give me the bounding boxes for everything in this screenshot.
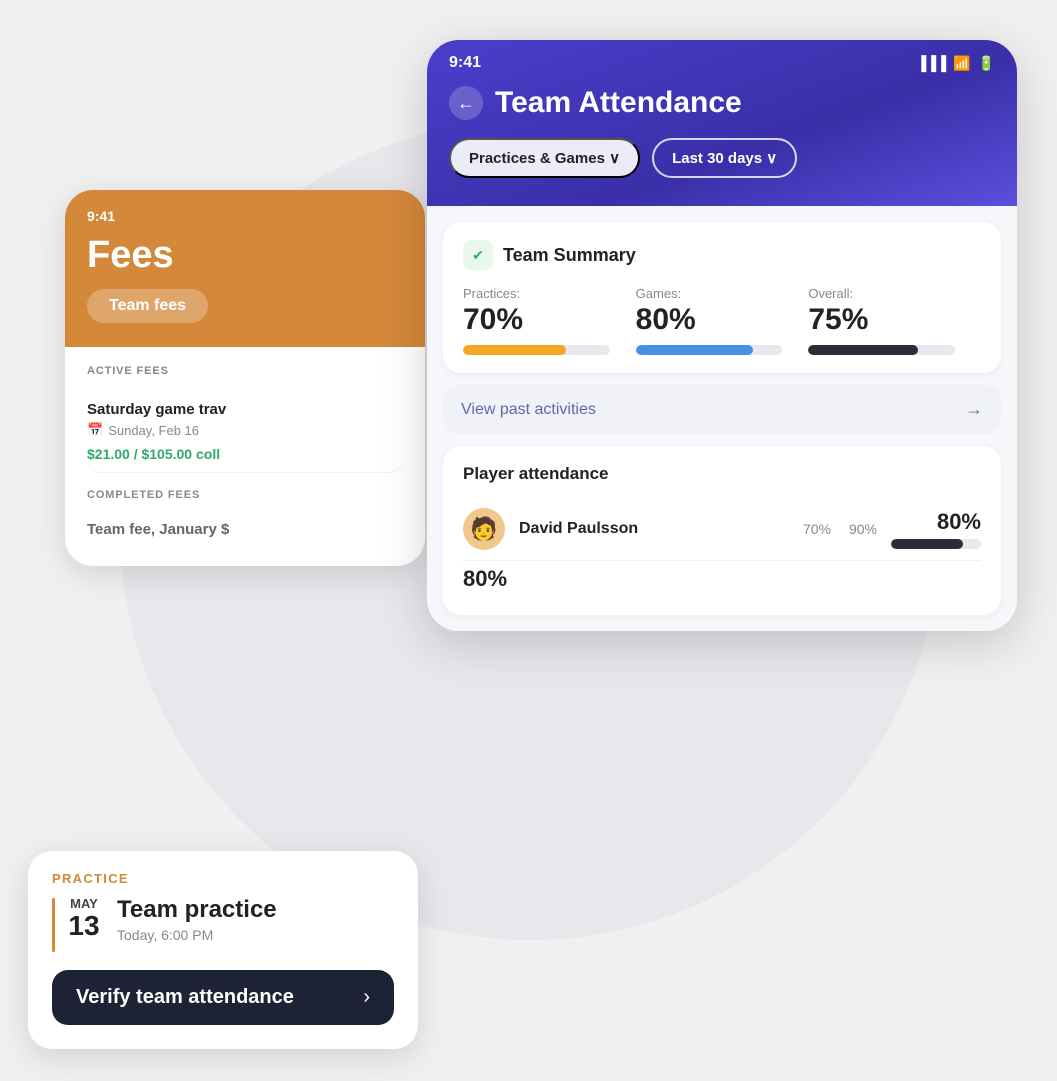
games-progress-bar: [636, 345, 783, 355]
player-overall-pct: 80%: [937, 509, 981, 535]
player-name: David Paulsson: [519, 520, 789, 538]
practice-event-title: Team practice: [117, 896, 277, 925]
fees-title: Fees: [87, 234, 403, 277]
overall-progress-fill: [808, 345, 918, 355]
practices-value: 70%: [463, 303, 636, 337]
fees-header: 9:41 Fees Team fees: [65, 190, 425, 347]
practices-label: Practices:: [463, 286, 636, 301]
att-filters: Practices & Games ∨ Last 30 days ∨: [427, 120, 1017, 182]
view-past-text: View past activities: [461, 401, 596, 419]
wifi-icon: 📶: [953, 55, 970, 72]
practice-day: 13: [68, 911, 99, 942]
games-label: Games:: [636, 286, 809, 301]
player-attendance-section: Player attendance 🧑 David Paulsson 70% 9…: [443, 446, 1001, 615]
summary-title: Team Summary: [503, 245, 636, 266]
fees-completed-title: Team fee, January $: [87, 521, 403, 538]
completed-fees-label: COMPLETED FEES: [87, 489, 403, 501]
calendar-icon: 📅: [87, 422, 103, 438]
att-status-icons: ▐▐▐ 📶 🔋: [916, 55, 995, 72]
practices-games-filter[interactable]: Practices & Games ∨: [449, 138, 640, 178]
practice-border: [52, 898, 55, 952]
overall-label: Overall:: [808, 286, 981, 301]
player-avatar: 🧑: [463, 508, 505, 550]
attendance-title: Team Attendance: [495, 86, 742, 120]
games-value: 80%: [636, 303, 809, 337]
player-games-pct: 90%: [849, 521, 877, 537]
fees-tab[interactable]: Team fees: [87, 289, 208, 323]
player-overall: 80%: [891, 509, 981, 549]
verify-btn-arrow-icon: ›: [363, 986, 370, 1009]
player-row-partial: 80%: [463, 561, 981, 597]
att-status-bar: 9:41 ▐▐▐ 📶 🔋: [427, 40, 1017, 82]
practices-progress-fill: [463, 345, 566, 355]
player-section-title: Player attendance: [463, 464, 981, 484]
practice-event-time: Today, 6:00 PM: [117, 927, 277, 943]
fees-time: 9:41: [87, 208, 115, 224]
player-row[interactable]: 🧑 David Paulsson 70% 90% 80%: [463, 498, 981, 561]
att-title-row: ← Team Attendance: [427, 82, 1017, 120]
practice-month: MAY: [70, 896, 98, 911]
view-past-arrow-icon: →: [965, 399, 983, 420]
player-overall-bar: [891, 539, 981, 549]
practice-info: Team practice Today, 6:00 PM: [117, 896, 277, 943]
att-body: ✔ Team Summary Practices: 70% Games: 80%: [427, 206, 1017, 631]
overall-stat: Overall: 75%: [808, 286, 981, 355]
practices-stat: Practices: 70%: [463, 286, 636, 355]
view-past-activities[interactable]: View past activities →: [443, 385, 1001, 434]
team-summary-card: ✔ Team Summary Practices: 70% Games: 80%: [443, 222, 1001, 373]
player-stats: 70% 90%: [803, 521, 877, 537]
checkmark-icon: ✔: [472, 247, 484, 264]
summary-stats: Practices: 70% Games: 80% Overall: 75%: [463, 286, 981, 355]
practice-label: PRACTICE: [52, 871, 394, 886]
practice-event-row: MAY 13 Team practice Today, 6:00 PM: [52, 896, 394, 952]
games-stat: Games: 80%: [636, 286, 809, 355]
partial-player-overall: 80%: [463, 566, 507, 592]
att-time: 9:41: [449, 54, 481, 72]
verify-attendance-button[interactable]: Verify team attendance ›: [52, 970, 394, 1025]
fees-item-date: 📅 Sunday, Feb 16: [87, 422, 403, 438]
verify-btn-label: Verify team attendance: [76, 986, 294, 1009]
attendance-header: 9:41 ▐▐▐ 📶 🔋 ← Team Attendance Practices…: [427, 40, 1017, 206]
partial-overall-pct: 80%: [463, 566, 507, 592]
overall-progress-bar: [808, 345, 955, 355]
attendance-card: 9:41 ▐▐▐ 📶 🔋 ← Team Attendance Practices…: [427, 40, 1017, 631]
fees-body: ACTIVE FEES Saturday game trav 📅 Sunday,…: [65, 347, 425, 566]
fees-completed-item[interactable]: Team fee, January $: [87, 511, 403, 548]
last-30-days-filter[interactable]: Last 30 days ∨: [652, 138, 797, 178]
back-button[interactable]: ←: [449, 86, 483, 120]
fees-item-title: Saturday game trav: [87, 401, 403, 418]
summary-header: ✔ Team Summary: [463, 240, 981, 270]
battery-icon: 🔋: [978, 55, 995, 72]
fees-status-bar: 9:41: [87, 208, 403, 224]
player-practices-pct: 70%: [803, 521, 831, 537]
practice-date: MAY 13: [65, 896, 103, 942]
signal-icon: ▐▐▐: [916, 55, 946, 71]
overall-value: 75%: [808, 303, 981, 337]
active-fees-label: ACTIVE FEES: [87, 365, 403, 377]
fees-active-item[interactable]: Saturday game trav 📅 Sunday, Feb 16 $21.…: [87, 387, 403, 473]
fees-item-amount: $21.00 / $105.00 coll: [87, 446, 403, 462]
summary-badge-icon: ✔: [463, 240, 493, 270]
player-overall-fill: [891, 539, 963, 549]
games-progress-fill: [636, 345, 753, 355]
fees-card: 9:41 Fees Team fees ACTIVE FEES Saturday…: [65, 190, 425, 566]
practices-progress-bar: [463, 345, 610, 355]
practice-card: PRACTICE MAY 13 Team practice Today, 6:0…: [28, 851, 418, 1049]
